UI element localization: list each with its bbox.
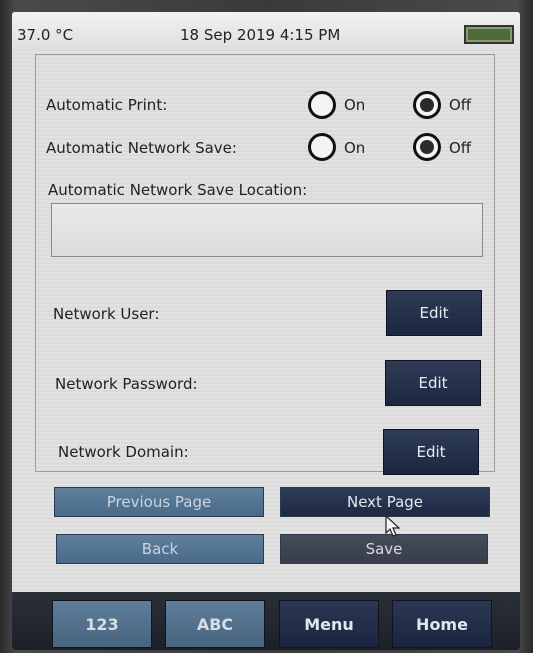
network-domain-edit-button[interactable]: Edit — [383, 429, 479, 475]
previous-page-button[interactable]: Previous Page — [54, 487, 264, 517]
automatic-print-on-label: On — [344, 96, 366, 114]
automatic-network-save-on-radio[interactable] — [308, 133, 336, 161]
automatic-network-save-label: Automatic Network Save: — [46, 139, 237, 157]
device-screen: 37.0 °C 18 Sep 2019 4:15 PM Automatic Pr… — [12, 12, 520, 650]
mouse-pointer-icon — [385, 514, 401, 537]
home-button[interactable]: Home — [392, 600, 492, 648]
next-page-button[interactable]: Next Page — [280, 487, 490, 517]
save-location-field[interactable] — [51, 203, 483, 257]
datetime-readout: 18 Sep 2019 4:15 PM — [180, 26, 341, 44]
save-button[interactable]: Save — [280, 534, 488, 564]
automatic-print-off-label: Off — [449, 96, 472, 114]
network-password-label: Network Password: — [55, 375, 198, 393]
network-password-edit-button[interactable]: Edit — [385, 360, 481, 406]
alpha-keyboard-button[interactable]: ABC — [165, 600, 265, 648]
back-button[interactable]: Back — [56, 534, 264, 564]
battery-icon — [464, 25, 514, 44]
automatic-network-save-off-label: Off — [449, 139, 472, 157]
automatic-print-on-radio[interactable] — [308, 91, 336, 119]
network-domain-label: Network Domain: — [58, 443, 189, 461]
network-user-label: Network User: — [53, 305, 160, 323]
automatic-print-label: Automatic Print: — [46, 96, 168, 114]
menu-button[interactable]: Menu — [279, 600, 379, 648]
status-bar: 37.0 °C 18 Sep 2019 4:15 PM — [12, 12, 520, 50]
settings-panel: Automatic Print: On Off Automatic Networ… — [35, 54, 495, 475]
automatic-network-save-on-label: On — [344, 139, 366, 157]
network-user-edit-button[interactable]: Edit — [386, 290, 482, 336]
numeric-keypad-button[interactable]: 123 — [52, 600, 152, 648]
save-location-label: Automatic Network Save Location: — [48, 181, 308, 199]
automatic-network-save-off-radio[interactable] — [413, 133, 441, 161]
temperature-readout: 37.0 °C — [17, 26, 74, 44]
automatic-print-off-radio[interactable] — [413, 91, 441, 119]
